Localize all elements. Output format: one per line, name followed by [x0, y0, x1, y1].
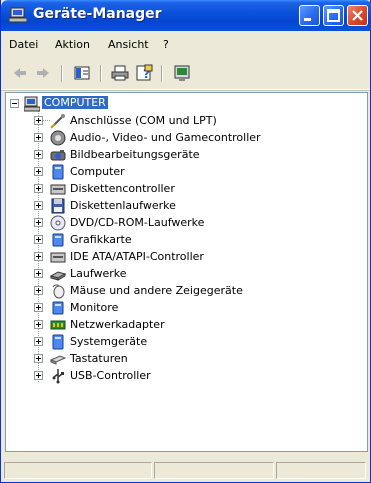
tree-node-label: Computer	[70, 165, 125, 178]
toolbar: ?	[1, 57, 370, 90]
close-button[interactable]	[347, 5, 368, 26]
tree-node[interactable]: Diskettencontroller	[6, 180, 366, 197]
expand-toggle[interactable]	[34, 235, 43, 244]
expand-toggle[interactable]	[34, 303, 43, 312]
status-bar	[1, 459, 370, 482]
toolbar-separator	[61, 65, 63, 82]
status-pane	[154, 462, 274, 479]
tree-node-label: Laufwerke	[70, 267, 127, 280]
device-manager-icon	[9, 7, 27, 23]
expand-toggle[interactable]	[34, 320, 43, 329]
maximize-button[interactable]	[323, 5, 344, 26]
minimize-button[interactable]	[299, 5, 320, 26]
tree-node[interactable]: USB-Controller	[6, 367, 366, 384]
menu-aktion[interactable]: Aktion	[55, 38, 90, 51]
system-device-icon	[52, 334, 64, 350]
expand-toggle[interactable]	[34, 133, 43, 142]
expand-toggle[interactable]	[34, 167, 43, 176]
display-adapter-icon	[52, 233, 64, 247]
tree-node[interactable]: Bildbearbeitungsgeräte	[6, 146, 366, 163]
status-pane	[276, 462, 366, 479]
tree-node[interactable]: Anschlüsse (COM und LPT)	[6, 112, 366, 129]
close-icon	[352, 10, 363, 21]
floppy-drive-icon	[51, 198, 65, 214]
tree-node[interactable]: Grafikkarte	[6, 231, 366, 248]
port-icon	[50, 114, 65, 129]
tree-node[interactable]: IDE ATA/ATAPI-Controller	[6, 248, 366, 265]
expand-toggle[interactable]	[34, 116, 43, 125]
collapse-toggle[interactable]	[10, 99, 19, 108]
tree-node-label: Tastaturen	[70, 352, 128, 365]
status-pane	[4, 462, 152, 479]
expand-toggle[interactable]	[34, 252, 43, 261]
tree-node-label: Diskettencontroller	[70, 182, 175, 195]
device-manager-view-icon[interactable]	[173, 64, 191, 82]
expand-toggle[interactable]	[34, 269, 43, 278]
tree-node[interactable]: Netzwerkadapter	[6, 316, 366, 333]
tree-node-label: Netzwerkadapter	[70, 318, 165, 331]
tree-node-label: DVD/CD-ROM-Laufwerke	[70, 216, 205, 229]
properties-help-icon[interactable]: ?	[135, 64, 153, 82]
tree-node-root[interactable]: COMPUTER	[6, 95, 366, 112]
disk-drive-icon	[50, 271, 66, 281]
tree-node-label: Monitore	[70, 301, 119, 314]
toolbar-separator	[161, 65, 163, 82]
toolbar-separator	[100, 65, 102, 82]
menu-ansicht[interactable]: Ansicht	[108, 38, 149, 51]
audio-icon	[50, 130, 66, 146]
tree-node[interactable]: Laufwerke	[6, 265, 366, 282]
expand-toggle[interactable]	[34, 150, 43, 159]
show-hide-console-tree-icon[interactable]	[73, 64, 91, 82]
tree-node[interactable]: Tastaturen	[6, 350, 366, 367]
expand-toggle[interactable]	[34, 184, 43, 193]
computer-icon	[52, 164, 64, 180]
expand-toggle[interactable]	[34, 354, 43, 363]
expand-toggle[interactable]	[34, 218, 43, 227]
tree-root-label: COMPUTER	[42, 96, 108, 109]
tree-node[interactable]: Mäuse und andere Zeigegeräte	[6, 282, 366, 299]
menu-bar: Datei Aktion Ansicht ?	[1, 31, 370, 58]
tree-node-label: Diskettenlaufwerke	[70, 199, 176, 212]
tree-node[interactable]: Monitore	[6, 299, 366, 316]
tree-node[interactable]: Systemgeräte	[6, 333, 366, 350]
tree-node-label: Grafikkarte	[70, 233, 132, 246]
forward-arrow-icon[interactable]	[34, 64, 52, 82]
tree-node-label: Bildbearbeitungsgeräte	[70, 148, 200, 161]
tree-node-label: Audio-, Video- und Gamecontroller	[70, 131, 261, 144]
ide-controller-icon	[50, 252, 66, 263]
back-arrow-icon[interactable]	[11, 64, 29, 82]
expand-toggle[interactable]	[34, 337, 43, 346]
tree-node[interactable]: Diskettenlaufwerke	[6, 197, 366, 214]
menu-help[interactable]: ?	[163, 38, 169, 51]
device-manager-window: Geräte-Manager Datei Aktion Ansicht ? ?	[0, 0, 371, 483]
title-bar[interactable]: Geräte-Manager	[1, 0, 371, 31]
maximize-icon	[327, 9, 340, 22]
usb-icon	[52, 369, 64, 384]
menu-datei[interactable]: Datei	[9, 38, 38, 51]
expand-toggle[interactable]	[34, 286, 43, 295]
expand-toggle[interactable]	[34, 201, 43, 210]
monitor-icon	[52, 301, 64, 315]
camera-icon	[50, 150, 66, 161]
tree-node-label: Mäuse und andere Zeigegeräte	[70, 284, 243, 297]
tree-node[interactable]: Computer	[6, 163, 366, 180]
print-icon[interactable]	[111, 64, 129, 82]
tree-node-label: Systemgeräte	[70, 335, 148, 348]
minimize-icon	[304, 18, 311, 21]
network-adapter-icon	[50, 320, 66, 330]
window-title: Geräte-Manager	[33, 6, 162, 22]
tree-node-label: IDE ATA/ATAPI-Controller	[70, 250, 204, 263]
cd-drive-icon	[50, 215, 66, 231]
device-tree: COMPUTER Anschlüsse (COM und LPT) Audio-…	[5, 92, 368, 452]
expand-toggle[interactable]	[34, 371, 43, 380]
tree-node-label: Anschlüsse (COM und LPT)	[70, 114, 217, 127]
mouse-icon	[52, 284, 65, 299]
tree-node[interactable]: Audio-, Video- und Gamecontroller	[6, 129, 366, 146]
tree-line	[42, 120, 50, 121]
floppy-controller-icon	[50, 184, 66, 195]
computer-icon	[24, 96, 40, 112]
tree-node[interactable]: DVD/CD-ROM-Laufwerke	[6, 214, 366, 231]
keyboard-icon	[50, 355, 66, 365]
tree-node-label: USB-Controller	[70, 369, 151, 382]
